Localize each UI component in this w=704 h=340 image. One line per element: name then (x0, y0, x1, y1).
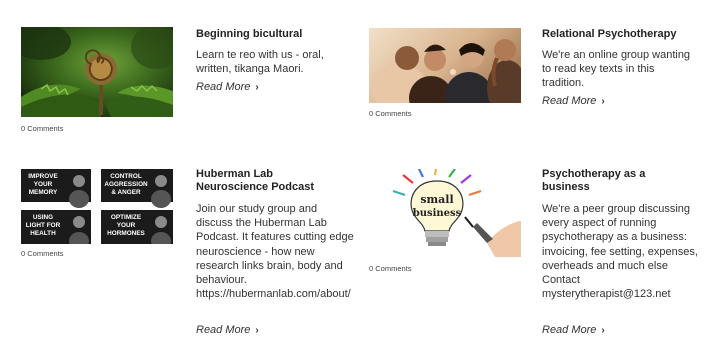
post-comments-count[interactable]: 0 Comments (369, 264, 412, 273)
small-business-lightbulb-image: small business (369, 169, 521, 257)
tile-hormones-line-2: YOUR (117, 222, 136, 229)
post-description: We're a peer group discussing every aspe… (542, 203, 698, 301)
tile-aggression-line-2: AGGRESSION (104, 181, 148, 188)
fern-koru-image (21, 27, 173, 117)
chevron-right-icon: › (255, 82, 259, 93)
tile-memory-line-2: YOUR (34, 181, 53, 188)
chevron-right-icon: › (601, 325, 605, 336)
tile-memory-line-3: MEMORY (29, 189, 58, 196)
read-more-link[interactable]: Read More › (542, 95, 605, 107)
bulb-word-business: business (413, 208, 462, 219)
blog-post-grid: 0 Comments Beginning bicultural Learn te… (0, 0, 704, 340)
read-more-link[interactable]: Read More › (196, 81, 259, 93)
post-card-beginning-bicultural: 0 Comments Beginning bicultural Learn te… (0, 0, 352, 160)
post-title[interactable]: Huberman Lab Neuroscience Podcast (196, 168, 336, 194)
post-comments-count[interactable]: 0 Comments (21, 124, 64, 133)
tile-aggression-line-3: & ANGER (111, 189, 141, 196)
post-description: Join our study group and discuss the Hub… (196, 203, 354, 301)
post-thumbnail-lightbulb[interactable]: small business (369, 169, 521, 257)
bulb-word-small: small (420, 193, 453, 206)
post-card-huberman-lab: IMPROVE YOUR MEMORY CONTROL AGGRESSION &… (0, 160, 354, 340)
read-more-label: Read More (542, 324, 597, 336)
tile-aggression-line-1: CONTROL (110, 173, 142, 180)
post-title[interactable]: Psychotherapy as a business (542, 168, 672, 194)
group-discussion-image (369, 28, 521, 103)
chevron-right-icon: › (255, 325, 259, 336)
chevron-right-icon: › (601, 96, 605, 107)
tile-memory-line-1: IMPROVE (28, 173, 58, 180)
post-card-relational-psychotherapy: 0 Comments Relational Psychotherapy We'r… (352, 0, 704, 160)
read-more-link[interactable]: Read More › (542, 324, 605, 336)
tile-hormones-line-1: OPTIMIZE (111, 214, 142, 221)
post-thumbnail-fern[interactable] (21, 27, 173, 117)
read-more-label: Read More (542, 95, 597, 107)
post-comments-count[interactable]: 0 Comments (369, 109, 412, 118)
tile-light-line-3: HEALTH (30, 230, 56, 237)
read-more-label: Read More (196, 324, 251, 336)
post-thumbnail-huberman[interactable]: IMPROVE YOUR MEMORY CONTROL AGGRESSION &… (21, 169, 173, 244)
tile-light-line-2: LIGHT FOR (26, 222, 61, 229)
post-card-psychotherapy-business: small business 0 Comments Psychotherapy … (352, 160, 704, 340)
post-description: We're an online group wanting to read ke… (542, 49, 691, 90)
tile-light-line-1: USING (33, 214, 53, 221)
post-comments-count[interactable]: 0 Comments (21, 249, 64, 258)
post-thumbnail-group[interactable] (369, 28, 521, 103)
read-more-label: Read More (196, 81, 251, 93)
post-description: Learn te reo with us - oral, written, ti… (196, 49, 324, 76)
post-title[interactable]: Beginning bicultural (196, 28, 346, 41)
post-title[interactable]: Relational Psychotherapy (542, 28, 702, 41)
huberman-episodes-image: IMPROVE YOUR MEMORY CONTROL AGGRESSION &… (21, 169, 173, 244)
tile-hormones-line-3: HORMONES (107, 230, 145, 237)
read-more-link[interactable]: Read More › (196, 324, 259, 336)
